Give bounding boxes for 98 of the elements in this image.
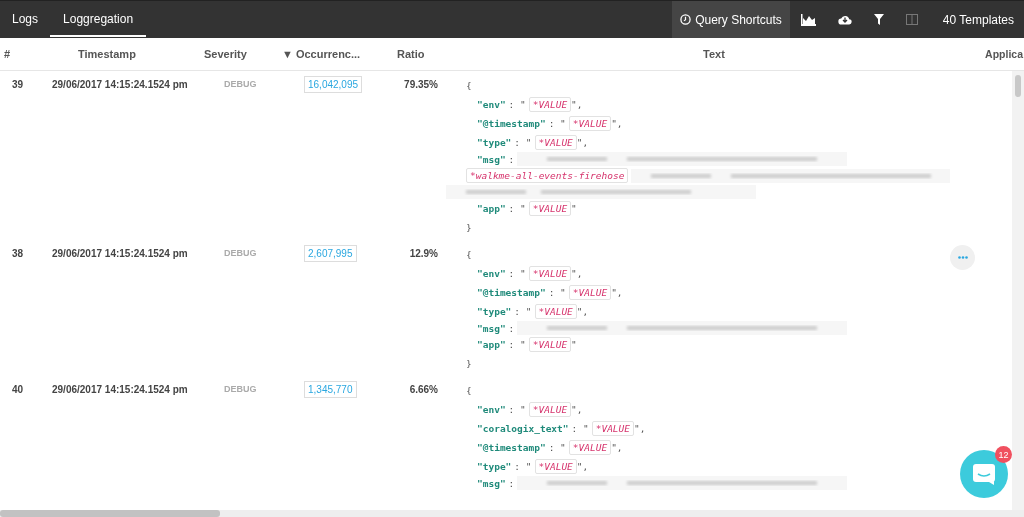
json-punctuation: : " bbox=[514, 306, 532, 317]
chat-icon bbox=[972, 463, 996, 485]
json-punctuation: : " bbox=[514, 137, 532, 148]
timestamp-cell: 29/06/2017 14:15:24.1524 pm bbox=[52, 79, 188, 90]
templates-count[interactable]: 40 Templates bbox=[942, 12, 1014, 27]
value-placeholder[interactable]: *walkme-all-events-firehose bbox=[466, 168, 629, 183]
json-punctuation: : " bbox=[508, 99, 526, 110]
more-icon bbox=[957, 256, 968, 259]
json-punctuation: : " bbox=[514, 461, 532, 472]
json-punctuation: ", bbox=[571, 404, 583, 415]
clock-icon bbox=[680, 14, 692, 25]
value-placeholder[interactable]: *VALUE bbox=[528, 201, 572, 216]
area-chart-icon[interactable] bbox=[800, 13, 816, 26]
json-punctuation: ", bbox=[576, 461, 589, 472]
notification-badge: 12 bbox=[995, 446, 1012, 463]
json-key: "msg" bbox=[477, 153, 506, 165]
column-header[interactable]: Severity bbox=[204, 48, 247, 60]
row-number: 40 bbox=[12, 384, 24, 395]
column-header[interactable]: ▼ Occurrenc... bbox=[282, 48, 361, 60]
json-brace: } bbox=[466, 222, 472, 233]
json-key: "type" bbox=[477, 137, 512, 148]
occurrences-link[interactable]: 2,607,995 bbox=[304, 245, 357, 262]
timestamp-cell: 29/06/2017 14:15:24.1524 pm bbox=[52, 384, 188, 395]
json-punctuation: : " bbox=[508, 268, 526, 279]
tab[interactable]: Logs bbox=[0, 1, 51, 39]
json-punctuation: ", bbox=[576, 137, 589, 148]
value-placeholder[interactable]: *VALUE bbox=[568, 440, 612, 455]
json-punctuation: ", bbox=[634, 423, 646, 434]
json-punctuation: : " bbox=[548, 118, 566, 129]
json-punctuation: ", bbox=[611, 118, 623, 129]
json-key: "type" bbox=[477, 306, 512, 317]
value-placeholder[interactable]: *VALUE bbox=[534, 135, 577, 150]
json-key: "msg" bbox=[477, 477, 506, 489]
occurrences-link[interactable]: 1,345,770 bbox=[304, 381, 357, 398]
json-brace: } bbox=[466, 358, 472, 369]
json-punctuation: ", bbox=[571, 99, 583, 110]
json-punctuation: : " bbox=[508, 404, 526, 415]
column-header[interactable]: Timestamp bbox=[78, 48, 136, 60]
json-key: "coralogix_text" bbox=[477, 423, 569, 434]
json-punctuation: : " bbox=[508, 203, 526, 214]
json-punctuation: ", bbox=[571, 268, 583, 279]
json-punctuation: : bbox=[508, 477, 515, 489]
chat-button[interactable] bbox=[960, 450, 1008, 498]
severity-cell: DEBUG bbox=[224, 384, 257, 394]
json-punctuation: : bbox=[508, 153, 515, 165]
json-punctuation: : " bbox=[548, 442, 566, 453]
json-punctuation: ", bbox=[611, 287, 623, 298]
json-key: "app" bbox=[477, 203, 506, 214]
value-placeholder[interactable]: *VALUE bbox=[528, 402, 572, 417]
json-punctuation: ", bbox=[576, 306, 589, 317]
json-key: "env" bbox=[477, 99, 506, 110]
ratio-cell: 12.9% bbox=[409, 248, 438, 259]
severity-cell: DEBUG bbox=[224, 248, 257, 258]
json-key: "app" bbox=[477, 339, 506, 350]
json-brace: { bbox=[466, 80, 472, 91]
column-header[interactable]: # bbox=[4, 48, 11, 60]
json-brace: { bbox=[466, 385, 472, 396]
json-key: "msg" bbox=[477, 322, 506, 334]
value-placeholder[interactable]: *VALUE bbox=[568, 116, 612, 131]
row-number: 38 bbox=[12, 248, 24, 259]
columns-icon[interactable] bbox=[905, 14, 918, 25]
json-brace: { bbox=[466, 249, 472, 260]
value-placeholder[interactable]: *VALUE bbox=[528, 97, 572, 112]
json-key: "@timestamp" bbox=[477, 287, 546, 298]
vertical-scrollbar[interactable] bbox=[1012, 71, 1024, 510]
severity-cell: DEBUG bbox=[224, 79, 257, 89]
json-key: "@timestamp" bbox=[477, 442, 546, 453]
occurrences-link[interactable]: 16,042,095 bbox=[304, 76, 363, 93]
column-header[interactable]: Text bbox=[703, 48, 725, 60]
ratio-cell: 6.66% bbox=[409, 384, 438, 395]
json-punctuation: : bbox=[508, 322, 515, 334]
horizontal-scrollbar[interactable] bbox=[0, 510, 1024, 517]
more-button[interactable] bbox=[950, 245, 975, 270]
value-placeholder[interactable]: *VALUE bbox=[528, 337, 572, 352]
value-placeholder[interactable]: *VALUE bbox=[568, 285, 612, 300]
json-punctuation: : " bbox=[508, 339, 526, 350]
cloud-download-icon[interactable] bbox=[837, 14, 852, 25]
ratio-cell: 79.35% bbox=[404, 79, 438, 90]
value-placeholder[interactable]: *VALUE bbox=[534, 304, 577, 319]
query-shortcuts-button[interactable]: Query Shortcuts bbox=[672, 1, 790, 38]
timestamp-cell: 29/06/2017 14:15:24.1524 pm bbox=[52, 248, 188, 259]
json-key: "@timestamp" bbox=[477, 118, 546, 129]
json-key: "env" bbox=[477, 268, 506, 279]
value-placeholder[interactable]: *VALUE bbox=[528, 266, 572, 281]
column-header[interactable]: Applica bbox=[985, 48, 1023, 60]
row-number: 39 bbox=[12, 79, 24, 90]
filter-icon[interactable] bbox=[873, 14, 884, 25]
json-punctuation: : " bbox=[571, 423, 589, 434]
value-placeholder[interactable]: *VALUE bbox=[591, 421, 634, 436]
json-key: "env" bbox=[477, 404, 506, 415]
value-placeholder[interactable]: *VALUE bbox=[534, 459, 577, 474]
column-header[interactable]: Ratio bbox=[397, 48, 425, 60]
json-punctuation: ", bbox=[611, 442, 623, 453]
json-punctuation: : " bbox=[548, 287, 566, 298]
json-key: "type" bbox=[477, 461, 512, 472]
json-punctuation: " bbox=[571, 339, 577, 350]
tab[interactable]: Loggregation bbox=[50, 1, 147, 37]
json-punctuation: " bbox=[571, 203, 577, 214]
